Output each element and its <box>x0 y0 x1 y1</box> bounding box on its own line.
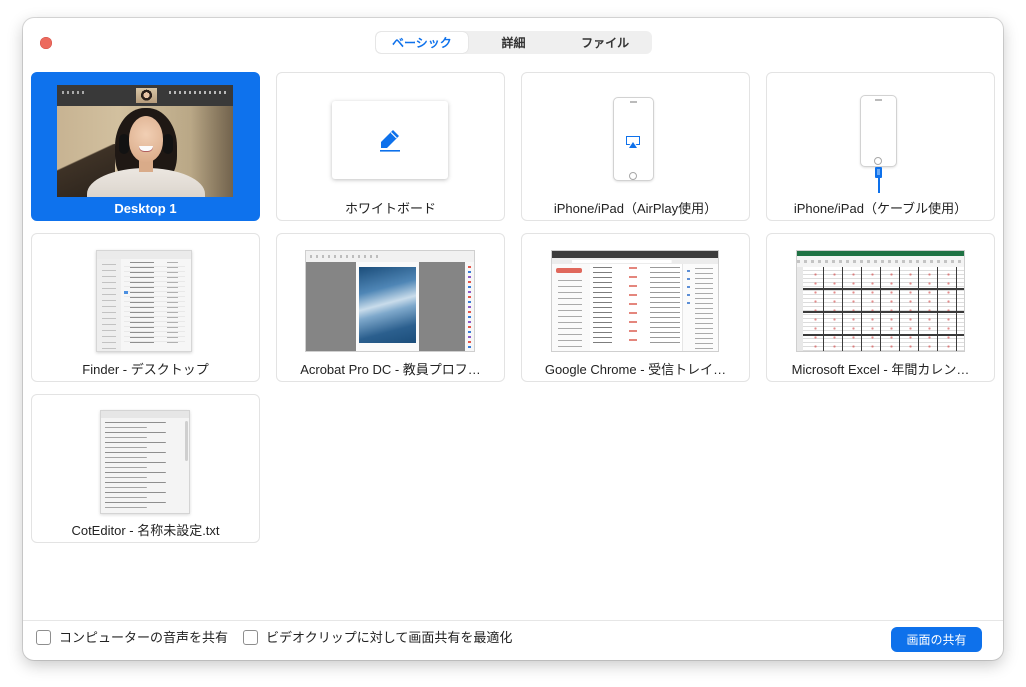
acrobat-toolbar <box>306 251 474 262</box>
tile-label: Microsoft Excel - 年間カレン… <box>791 362 970 377</box>
pdf-cover-image <box>359 267 416 343</box>
finder-file-list <box>124 262 185 345</box>
desktop-thumbnail <box>57 85 233 197</box>
tile-whiteboard[interactable]: ホワイトボード <box>276 72 505 221</box>
chrome-thumbnail <box>551 250 719 352</box>
acrobat-tool-panel <box>465 262 474 351</box>
pencil-icon <box>380 130 400 152</box>
window-titlebar <box>97 251 191 259</box>
toolbar-icons-left <box>62 91 84 94</box>
tile-label: iPhone/iPad（AirPlay使用） <box>553 201 718 216</box>
tile-excel-window[interactable]: Microsoft Excel - 年間カレン… <box>766 233 995 382</box>
connector-plug <box>877 169 880 175</box>
tile-iphone-airplay[interactable]: iPhone/iPad（AirPlay使用） <box>521 72 750 221</box>
tile-label: Finder - デスクトップ <box>82 362 209 377</box>
headphones-left <box>119 134 129 154</box>
row-headers <box>797 267 803 351</box>
acrobat-thumbnail <box>305 250 475 352</box>
tile-label: Google Chrome - 受信トレイ… <box>544 362 727 377</box>
editor-text <box>105 422 181 508</box>
lightning-cable-icon <box>875 167 882 178</box>
share-audio-checkbox[interactable] <box>36 630 51 645</box>
tile-acrobat-window[interactable]: Acrobat Pro DC - 教員プロフ… <box>276 233 505 382</box>
window-titlebar <box>101 411 189 418</box>
spreadsheet-grid <box>797 267 964 351</box>
close-button[interactable] <box>40 37 52 49</box>
tab-basic[interactable]: ベーシック <box>376 32 468 53</box>
self-video-thumbnail <box>136 88 157 103</box>
whiteboard-card <box>332 101 448 179</box>
headphones-right <box>163 134 173 154</box>
pdf-page <box>356 262 419 351</box>
finder-thumbnail <box>96 250 192 352</box>
tile-finder-window[interactable]: Finder - デスクトップ <box>31 233 260 382</box>
chrome-tabstrip <box>552 251 718 258</box>
tile-label: Desktop 1 <box>114 201 177 216</box>
tile-iphone-cable[interactable]: iPhone/iPad（ケーブル使用） <box>766 72 995 221</box>
person-face <box>129 116 163 162</box>
share-screen-window: ベーシック 詳細 ファイル Desktop 1 ホワイトボード iPhone/i… <box>23 18 1003 660</box>
share-mode-tabs: ベーシック 詳細 ファイル <box>375 31 652 54</box>
optimize-video-label[interactable]: ビデオクリップに対して画面共有を最適化 <box>266 630 512 645</box>
tile-label: Acrobat Pro DC - 教員プロフ… <box>300 362 481 377</box>
tile-desktop-1[interactable]: Desktop 1 <box>31 72 260 221</box>
airplay-icon <box>626 136 640 148</box>
finder-sidebar <box>97 259 121 351</box>
webcam-scene <box>57 106 233 197</box>
mail-compose <box>556 268 582 273</box>
cable-wire <box>878 178 880 193</box>
share-audio-label[interactable]: コンピューターの音声を共有 <box>59 630 228 645</box>
tile-label: CotEditor - 名称未設定.txt <box>71 523 220 538</box>
tile-chrome-window[interactable]: Google Chrome - 受信トレイ… <box>521 233 750 382</box>
tile-coteditor-window[interactable]: CotEditor - 名称未設定.txt <box>31 394 260 543</box>
share-screen-button[interactable]: 画面の共有 <box>891 627 982 652</box>
phone-speaker <box>875 99 882 101</box>
meeting-toolbar <box>57 85 233 106</box>
excel-ribbon <box>797 256 964 267</box>
finder-selection <box>124 291 128 294</box>
iphone-outline <box>860 95 897 167</box>
tab-advanced[interactable]: 詳細 <box>468 32 560 53</box>
mail-list <box>593 267 680 347</box>
mail-sidebar <box>552 264 590 351</box>
toolbar-icons-right <box>169 91 229 94</box>
phone-speaker <box>630 101 637 103</box>
mail-side-panel <box>682 264 718 351</box>
excel-thumbnail <box>796 250 965 352</box>
editor-scrollbar <box>185 421 188 461</box>
optimize-video-checkbox[interactable] <box>243 630 258 645</box>
tile-label: ホワイトボード <box>344 201 436 216</box>
tab-files[interactable]: ファイル <box>559 32 651 53</box>
iphone-outline <box>613 97 654 181</box>
phone-home-button <box>629 172 637 180</box>
coteditor-thumbnail <box>100 410 190 514</box>
footer-divider <box>23 620 1003 621</box>
phone-home-button <box>874 157 882 165</box>
share-source-grid: Desktop 1 ホワイトボード iPhone/iPad（AirPlay使用）… <box>31 72 995 543</box>
tile-label: iPhone/iPad（ケーブル使用） <box>793 201 968 216</box>
